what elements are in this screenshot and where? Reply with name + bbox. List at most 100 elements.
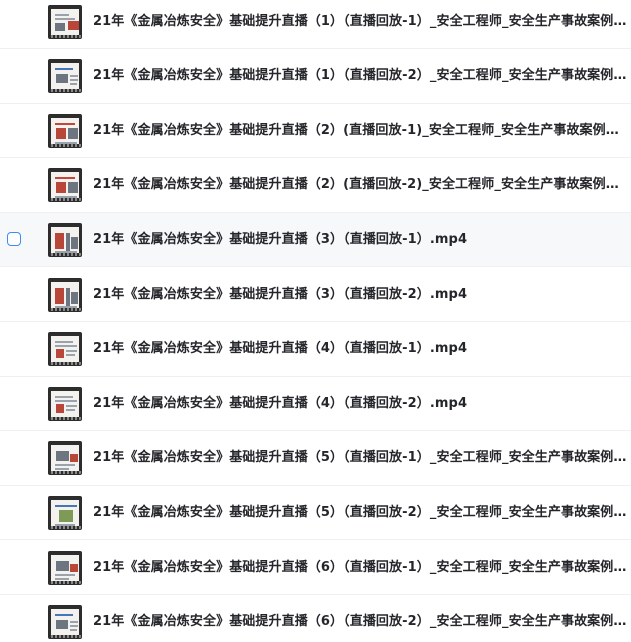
thumbnail-detail xyxy=(68,20,79,30)
video-thumbnail-icon xyxy=(48,332,82,367)
thumbnail-detail xyxy=(68,182,78,194)
thumbnail-detail xyxy=(55,395,73,398)
file-row[interactable]: 21年《金属冶炼安全》基础提升直播（4）（直播回放-1）.mp4 xyxy=(0,322,631,377)
thumbnail-detail xyxy=(68,127,78,139)
file-name[interactable]: 21年《金属冶炼安全》基础提升直播（3）（直播回放-1）.mp4 xyxy=(93,231,631,249)
file-name[interactable]: 21年《金属冶炼安全》基础提升直播（5）（直播回放-1）_安全工程师_安全生产事… xyxy=(93,449,631,467)
thumbnail-detail xyxy=(66,354,75,357)
file-name[interactable]: 21年《金属冶炼安全》基础提升直播（1）（直播回放-2）_安全工程师_安全生产事… xyxy=(93,67,631,85)
film-strip-icon xyxy=(49,198,81,202)
thumbnail-detail xyxy=(66,287,70,306)
file-name[interactable]: 21年《金属冶炼安全》基础提升直播（2）(直播回放-2)_安全工程师_安全生产事… xyxy=(93,176,631,194)
film-strip-icon xyxy=(49,307,81,311)
thumbnail-detail xyxy=(56,451,69,462)
thumbnail-slide xyxy=(51,8,79,35)
thumbnail-detail xyxy=(56,127,66,139)
video-thumbnail-icon xyxy=(48,605,82,640)
file-row[interactable]: 21年《金属冶炼安全》基础提升直播（3）（直播回放-2）.mp4 xyxy=(0,268,631,322)
thumbnail-detail xyxy=(70,75,78,78)
thumbnail-detail xyxy=(66,404,77,407)
video-thumbnail-icon xyxy=(48,550,82,585)
video-thumbnail-icon xyxy=(48,441,82,476)
file-name[interactable]: 21年《金属冶炼安全》基础提升直播（6）（直播回放-2）_安全工程师_安全生产事… xyxy=(93,613,631,631)
checkbox-icon[interactable] xyxy=(7,231,21,246)
thumbnail-detail xyxy=(55,122,75,125)
thumbnail-detail xyxy=(56,560,69,571)
file-row[interactable]: 21年《金属冶炼安全》基础提升直播（4）（直播回放-2）.mp4 xyxy=(0,377,631,432)
file-row[interactable]: 21年《金属冶炼安全》基础提升直播（6）（直播回放-1）_安全工程师_安全生产事… xyxy=(0,541,631,595)
film-strip-icon xyxy=(49,362,81,366)
thumbnail-detail xyxy=(66,408,75,411)
file-name[interactable]: 21年《金属冶炼安全》基础提升直播（4）（直播回放-1）.mp4 xyxy=(93,340,631,358)
thumbnail-slide xyxy=(51,554,79,581)
thumbnail-detail xyxy=(55,17,75,20)
video-thumbnail-icon xyxy=(48,168,82,203)
thumbnail-detail xyxy=(71,291,78,304)
thumbnail-detail xyxy=(55,614,73,617)
thumbnail-detail xyxy=(66,350,77,353)
thumbnail-detail xyxy=(56,349,64,359)
thumbnail-detail xyxy=(55,341,73,344)
video-thumbnail-icon xyxy=(48,59,82,94)
thumbnail-detail xyxy=(56,74,68,84)
file-row[interactable]: 21年《金属冶炼安全》基础提升直播（5）（直播回放-2）_安全工程师_安全生产事… xyxy=(0,486,631,541)
film-strip-icon xyxy=(49,635,81,639)
thumbnail-detail xyxy=(55,232,64,249)
video-thumbnail-icon xyxy=(48,277,82,312)
thumbnail-detail xyxy=(66,232,70,251)
thumbnail-detail xyxy=(55,287,64,304)
thumbnail-slide xyxy=(51,117,79,144)
thumbnail-detail xyxy=(56,182,66,194)
film-strip-icon xyxy=(49,580,81,584)
file-name[interactable]: 21年《金属冶炼安全》基础提升直播（2）(直播回放-1)_安全工程师_安全生产事… xyxy=(93,122,631,140)
thumbnail-detail xyxy=(56,403,64,413)
thumbnail-detail xyxy=(55,573,75,576)
file-row[interactable]: 21年《金属冶炼安全》基础提升直播（1）（直播回放-2）_安全工程师_安全生产事… xyxy=(0,49,631,104)
thumbnail-detail xyxy=(70,79,78,82)
thumbnail-detail xyxy=(55,345,77,348)
thumbnail-detail xyxy=(55,68,73,71)
thumbnail-detail xyxy=(70,625,78,628)
file-list: 21年《金属冶炼安全》基础提升直播（1）（直播回放-1）_安全工程师_安全生产事… xyxy=(0,0,631,642)
thumbnail-slide xyxy=(51,281,79,308)
thumbnail-detail xyxy=(71,236,78,249)
thumbnail-detail xyxy=(55,177,75,180)
thumbnail-detail xyxy=(55,577,69,580)
thumbnail-slide xyxy=(51,609,79,636)
file-row[interactable]: 21年《金属冶炼安全》基础提升直播（2）(直播回放-2)_安全工程师_安全生产事… xyxy=(0,158,631,213)
thumbnail-slide xyxy=(51,63,79,90)
thumbnail-detail xyxy=(56,620,68,630)
thumbnail-detail xyxy=(59,509,73,522)
film-strip-icon xyxy=(49,471,81,475)
video-thumbnail-icon xyxy=(48,113,82,148)
thumbnail-detail xyxy=(70,563,78,572)
thumbnail-detail xyxy=(70,621,78,624)
thumbnail-detail xyxy=(55,399,77,402)
file-row[interactable]: 21年《金属冶炼安全》基础提升直播（3）（直播回放-1）.mp4 xyxy=(0,213,631,268)
film-strip-icon xyxy=(49,89,81,93)
thumbnail-detail xyxy=(70,83,77,86)
file-row[interactable]: 21年《金属冶炼安全》基础提升直播（2）(直播回放-1)_安全工程师_安全生产事… xyxy=(0,104,631,159)
video-thumbnail-icon xyxy=(48,495,82,530)
thumbnail-detail xyxy=(55,464,75,467)
file-name[interactable]: 21年《金属冶炼安全》基础提升直播（3）（直播回放-2）.mp4 xyxy=(93,286,631,304)
file-row[interactable]: 21年《金属冶炼安全》基础提升直播（6）（直播回放-2）_安全工程师_安全生产事… xyxy=(0,595,631,642)
thumbnail-slide xyxy=(51,336,79,363)
file-name[interactable]: 21年《金属冶炼安全》基础提升直播（1）（直播回放-1）_安全工程师_安全生产事… xyxy=(93,13,631,31)
film-strip-icon xyxy=(49,252,81,256)
file-row[interactable]: 21年《金属冶炼安全》基础提升直播（1）（直播回放-1）_安全工程师_安全生产事… xyxy=(0,0,631,49)
thumbnail-detail xyxy=(55,504,77,507)
video-thumbnail-icon xyxy=(48,386,82,421)
thumbnail-detail xyxy=(55,13,69,16)
file-name[interactable]: 21年《金属冶炼安全》基础提升直播（5）（直播回放-2）_安全工程师_安全生产事… xyxy=(93,504,631,522)
video-thumbnail-icon xyxy=(48,4,82,39)
film-strip-icon xyxy=(49,34,81,38)
thumbnail-detail xyxy=(70,454,78,463)
thumbnail-slide xyxy=(51,445,79,472)
file-row[interactable]: 21年《金属冶炼安全》基础提升直播（5）（直播回放-1）_安全工程师_安全生产事… xyxy=(0,431,631,486)
thumbnail-detail xyxy=(70,629,77,632)
thumbnail-slide xyxy=(51,390,79,417)
file-name[interactable]: 21年《金属冶炼安全》基础提升直播（6）（直播回放-1）_安全工程师_安全生产事… xyxy=(93,559,631,577)
file-name[interactable]: 21年《金属冶炼安全》基础提升直播（4）（直播回放-2）.mp4 xyxy=(93,395,631,413)
film-strip-icon xyxy=(49,416,81,420)
